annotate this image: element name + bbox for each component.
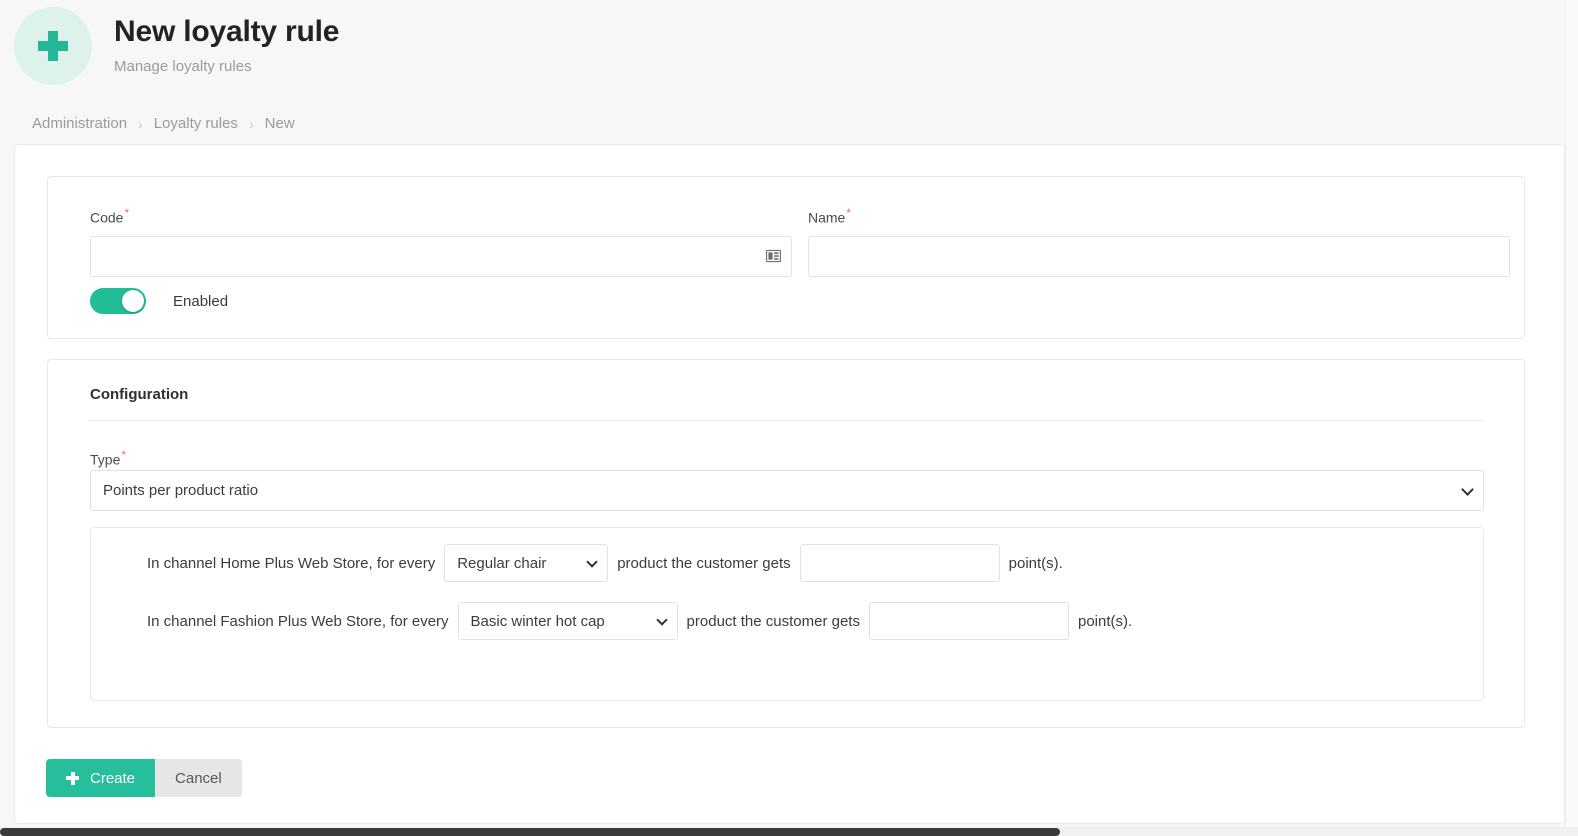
code-input-wrapper [90, 235, 792, 277]
enabled-toggle-label: Enabled [173, 292, 229, 310]
rule-product-select-wrapper: Basic winter hot cap [457, 602, 678, 640]
toggle-knob [122, 290, 144, 312]
rule-points-input[interactable] [799, 544, 1000, 582]
type-select[interactable]: Points per product ratio [90, 470, 1484, 511]
configuration-divider [90, 420, 1484, 421]
rule-product-select[interactable]: Basic winter hot cap [457, 602, 678, 640]
code-label: Code* [90, 204, 792, 227]
rule-prefix-text: In channel Home Plus Web Store, for ever… [147, 554, 436, 572]
name-input[interactable] [808, 235, 1510, 277]
horizontal-scrollbar-thumb[interactable] [0, 828, 1060, 836]
chevron-right-icon: › [138, 115, 143, 132]
name-input-wrapper [808, 235, 1510, 277]
vertical-scrollbar[interactable] [1565, 0, 1578, 827]
configuration-card: Configuration Type* Points per product r… [47, 359, 1525, 728]
required-marker: * [846, 206, 852, 220]
name-label-text: Name [808, 209, 846, 226]
name-label: Name* [808, 204, 1510, 227]
breadcrumb-item-loyalty-rules[interactable]: Loyalty rules [154, 115, 238, 132]
plus-icon [66, 771, 79, 785]
chevron-right-icon: › [248, 115, 254, 132]
rule-points-input[interactable] [868, 602, 1069, 640]
create-button[interactable]: Create [46, 759, 156, 797]
code-input[interactable] [90, 235, 792, 277]
plus-icon [38, 31, 68, 61]
page-header-text: New loyalty rule Manage loyalty rules [114, 0, 339, 77]
rule-product-select[interactable]: Regular chair [444, 544, 609, 582]
id-card-generate-icon[interactable] [766, 250, 781, 263]
breadcrumb-item-administration[interactable]: Administration [32, 115, 127, 132]
create-button-label: Create [90, 769, 136, 787]
type-select-wrapper: Points per product ratio [90, 470, 1484, 511]
page-title: New loyalty rule [114, 15, 340, 48]
cancel-button-label: Cancel [175, 769, 222, 787]
rule-product-select-wrapper: Regular chair [444, 544, 609, 582]
rule-row: In channel Home Plus Web Store, for ever… [91, 544, 1483, 582]
breadcrumb-item-new: New [264, 115, 295, 132]
rule-middle-text: product the customer gets [686, 612, 860, 630]
horizontal-scrollbar[interactable] [0, 827, 1578, 836]
form-actions: Create Cancel [46, 759, 242, 797]
code-field-group: Code* [90, 204, 792, 277]
code-label-text: Code [90, 209, 124, 226]
type-label-text: Type [90, 451, 121, 468]
rule-middle-text: product the customer gets [617, 554, 791, 572]
configuration-title: Configuration [90, 386, 189, 403]
basic-info-card: Code* Name* Enabled [47, 176, 1525, 339]
page-subtitle: Manage loyalty rules [114, 58, 252, 75]
form-panel: Code* Name* Enabled Configuration Type* … [14, 144, 1565, 824]
page-header-icon-circle [14, 7, 92, 85]
required-marker: * [124, 206, 130, 220]
type-label: Type* [90, 446, 126, 469]
rule-suffix-text: point(s). [1077, 612, 1133, 630]
breadcrumb: Administration › Loyalty rules › New [32, 115, 295, 132]
page-header: New loyalty rule Manage loyalty rules [0, 0, 1578, 104]
cancel-button[interactable]: Cancel [155, 759, 242, 797]
name-field-group: Name* [808, 204, 1510, 277]
enabled-toggle-row: Enabled [90, 288, 228, 314]
required-marker: * [121, 448, 127, 462]
rule-suffix-text: point(s). [1008, 554, 1063, 572]
enabled-toggle[interactable] [90, 288, 146, 314]
rule-prefix-text: In channel Fashion Plus Web Store, for e… [147, 612, 449, 630]
rules-box: In channel Home Plus Web Store, for ever… [90, 527, 1484, 701]
rule-row: In channel Fashion Plus Web Store, for e… [91, 602, 1483, 640]
